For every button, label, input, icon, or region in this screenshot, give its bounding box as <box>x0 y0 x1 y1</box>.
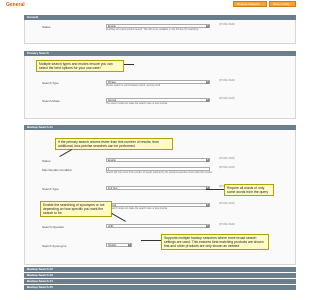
callout-search-types: Multiple search types and modes ensure y… <box>36 60 124 72</box>
page-title: General <box>6 2 25 8</box>
backup1-search-mode-scope: [STORE VIEW] <box>219 203 235 205</box>
callout-synonyms: Enable the searching of synonyms or not … <box>40 201 112 217</box>
backup1-search-mode-note: The search mode can make the search more… <box>106 208 168 210</box>
primary-search-mode-note: The search mode can make the search more… <box>106 103 168 105</box>
section-backup3-header[interactable]: Backup Search #3 <box>24 273 296 278</box>
callout-backup-searches: Supports multiple backup searches where … <box>161 234 269 250</box>
chevron-down-icon: ▾ <box>128 244 131 247</box>
callout-operator: Require all words or only some words fro… <box>224 184 274 196</box>
backup1-max-scope: [STORE VIEW] <box>219 167 235 169</box>
backup1-status-select[interactable]: Enable ▾ <box>106 158 210 162</box>
general-status-select[interactable]: Enable ▾ <box>106 24 210 28</box>
section-general-body: Status Enable ▾ [STORE VIEW] Enabling wi… <box>24 20 296 44</box>
callout-pointer <box>206 189 224 190</box>
callout-pointer <box>141 240 161 241</box>
section-backup5-header[interactable]: Backup Search #5 <box>24 285 296 290</box>
backup1-operator-label: Search Operator <box>42 225 65 229</box>
backup1-search-type-select[interactable]: Full Text ▾ <box>106 186 210 190</box>
general-status-row: Status Enable ▾ [STORE VIEW] Enabling wi… <box>25 23 295 37</box>
chevron-down-icon: ▾ <box>206 204 209 207</box>
primary-search-mode-label: Search Mode <box>42 99 60 103</box>
backup1-synonyms-select[interactable]: Disable ▾ <box>106 243 132 247</box>
chevron-down-icon: ▾ <box>206 25 209 28</box>
primary-search-mode-select[interactable]: Normal ▾ <box>106 98 210 102</box>
general-status-scope: [STORE VIEW] <box>219 24 235 26</box>
primary-search-mode-row: Search Mode Normal ▾ [STORE VIEW] The se… <box>25 97 295 111</box>
backup1-operator-select[interactable]: AND ▾ <box>106 224 210 228</box>
section-backup2-header[interactable]: Backup Search #2 <box>24 267 296 272</box>
general-status-note-line2: for searching. <box>185 29 199 31</box>
primary-search-type-select[interactable]: Phrase ▾ <box>106 80 210 84</box>
general-status-value: Enable <box>108 25 116 28</box>
general-status-note-line1: Enabling will extend product search. Thi… <box>106 29 185 31</box>
backup1-max-row: Max Results Condition 1 [STORE VIEW] Sea… <box>25 166 295 180</box>
primary-search-type-scope: [STORE VIEW] <box>219 80 235 82</box>
backup1-status-value: Enable <box>108 159 116 162</box>
general-status-note: Enabling will extend product search. Thi… <box>106 29 214 32</box>
primary-search-type-label: Search Type <box>42 81 59 85</box>
backup1-search-type-label: Search Type <box>42 187 59 191</box>
backup1-max-label: Max Results Condition <box>42 168 73 172</box>
primary-search-mode-value: Normal <box>108 99 117 102</box>
backup1-max-note: Search will only occur if the number of … <box>106 172 213 174</box>
primary-search-type-note: Phrase search is extra boolean search, w… <box>106 85 161 87</box>
backup1-status-label: Status <box>42 159 51 163</box>
backup1-status-scope: [STORE VIEW] <box>219 158 235 160</box>
primary-search-type-value: Phrase <box>108 81 116 84</box>
primary-search-type-row: Search Type Phrase ▾ [STORE VIEW] Phrase… <box>25 79 295 93</box>
backup1-operator-scope: [STORE VIEW] <box>219 224 235 226</box>
primary-search-mode-scope: [STORE VIEW] <box>219 98 235 100</box>
chevron-down-icon: ▾ <box>206 225 209 228</box>
chevron-down-icon: ▾ <box>206 99 209 102</box>
backup1-synonyms-value: Disable <box>108 244 117 247</box>
restore-defaults-button[interactable]: Restore Defaults <box>233 1 267 7</box>
backup1-operator-value: AND <box>108 225 114 228</box>
backup1-max-input[interactable]: 1 <box>106 167 210 171</box>
backup1-search-type-value: Full Text <box>108 187 118 190</box>
section-backup4-header[interactable]: Backup Search #4 <box>24 279 296 284</box>
chevron-down-icon: ▾ <box>206 159 209 162</box>
callout-max-results: If the primary search returns fewer than… <box>55 138 173 150</box>
save-config-button[interactable]: Save Config <box>269 1 296 7</box>
backup1-search-mode-select[interactable]: Normal ▾ <box>106 203 210 207</box>
chevron-down-icon: ▾ <box>206 81 209 84</box>
backup1-synonyms-label: Search Synonyms <box>42 244 67 248</box>
callout-pointer <box>124 64 134 65</box>
general-status-label: Status <box>42 25 51 29</box>
